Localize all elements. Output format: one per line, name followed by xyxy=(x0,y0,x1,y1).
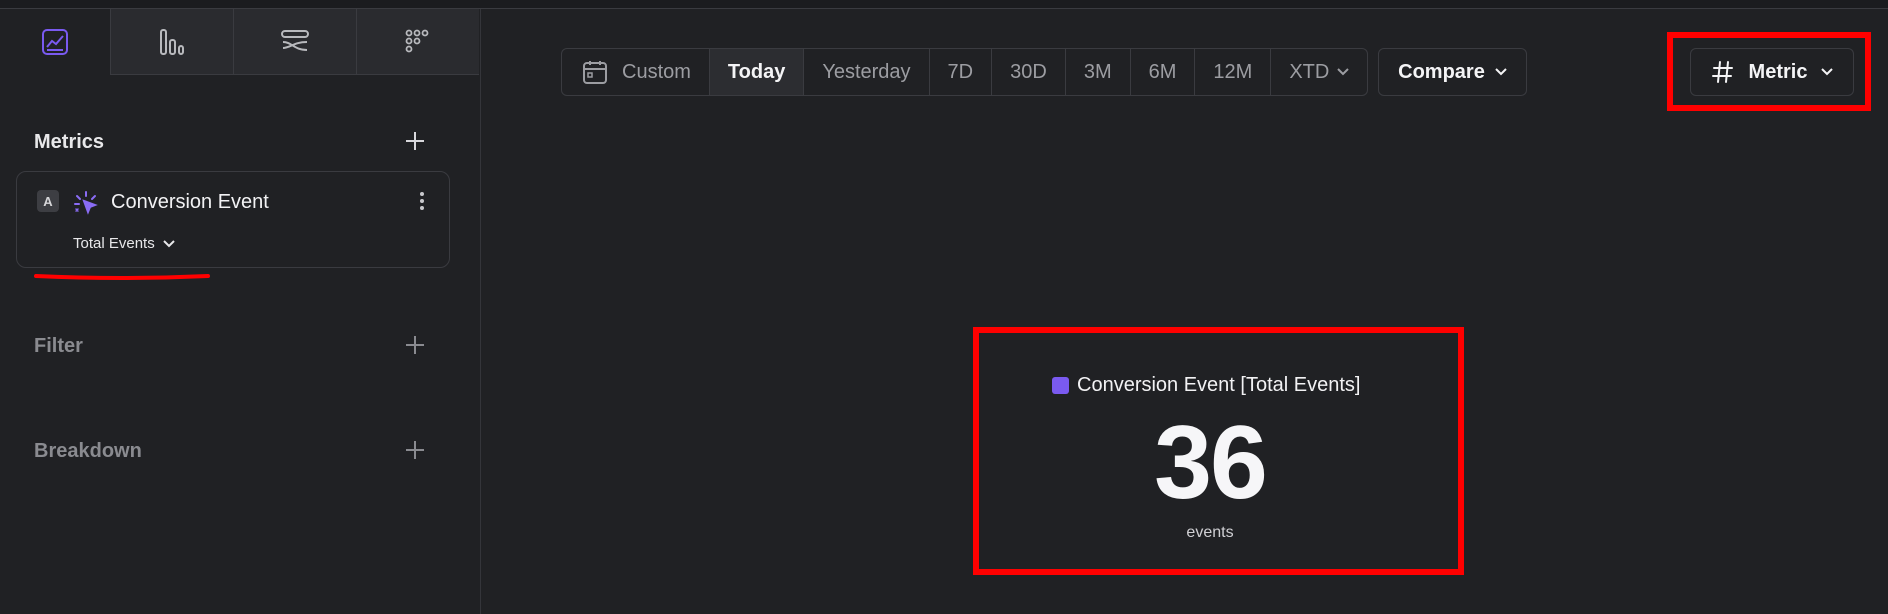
metric-more-menu-icon[interactable] xyxy=(419,192,425,214)
date-range-selector: Custom Today Yesterday 7D 30D 3M 6M 12M … xyxy=(561,48,1369,96)
breakdown-heading: Breakdown xyxy=(34,440,142,462)
add-metric-button[interactable] xyxy=(404,130,426,152)
grid-dots-icon xyxy=(405,29,429,52)
legend-swatch xyxy=(1052,377,1069,394)
tab-flows[interactable] xyxy=(233,9,356,75)
metric-letter-badge: A xyxy=(37,190,59,212)
filter-heading: Filter xyxy=(34,335,83,357)
add-filter-button[interactable] xyxy=(404,334,426,356)
annotation-box-metric xyxy=(1667,32,1871,111)
range-today[interactable]: Today xyxy=(708,49,804,95)
event-sparkle-icon xyxy=(74,191,98,215)
legend-label: Conversion Event [Total Events] xyxy=(1077,374,1361,396)
range-yesterday[interactable]: Yesterday xyxy=(803,49,928,95)
calendar-icon xyxy=(583,61,607,84)
flows-icon xyxy=(281,29,309,51)
annotation-underline xyxy=(34,274,210,280)
chart-type-tabs xyxy=(0,9,481,75)
metric-value: 36 xyxy=(1154,405,1268,521)
add-breakdown-button[interactable] xyxy=(404,439,426,461)
tab-insights[interactable] xyxy=(0,9,110,75)
tab-retention[interactable] xyxy=(356,9,479,75)
compare-dropdown[interactable]: Compare xyxy=(1378,48,1527,96)
range-xtd-dropdown[interactable]: XTD xyxy=(1270,49,1367,95)
sidebar xyxy=(0,9,481,614)
metric-legend: Conversion Event [Total Events] xyxy=(1052,374,1360,397)
chevron-down-icon xyxy=(1495,68,1507,76)
metric-unit: events xyxy=(1186,524,1234,541)
metric-event-name[interactable]: Conversion Event xyxy=(111,191,269,214)
custom-range-button[interactable]: Custom xyxy=(562,49,709,95)
chevron-down-icon xyxy=(1337,68,1350,76)
xtd-label: XTD xyxy=(1289,60,1330,83)
bar-chart-icon xyxy=(160,28,184,55)
metrics-heading: Metrics xyxy=(34,131,105,153)
aggregation-label: Total Events xyxy=(73,235,155,252)
range-6m[interactable]: 6M xyxy=(1129,49,1195,95)
range-30d[interactable]: 30D xyxy=(991,49,1065,95)
range-3m[interactable]: 3M xyxy=(1064,49,1130,95)
custom-range-label: Custom xyxy=(622,60,691,83)
chevron-down-icon xyxy=(163,239,175,247)
top-border xyxy=(0,0,1888,9)
range-7d[interactable]: 7D xyxy=(928,49,992,95)
aggregation-dropdown[interactable]: Total Events xyxy=(73,235,175,252)
metric-card[interactable]: A Conversion Event Total Events xyxy=(16,171,450,268)
tab-funnels[interactable] xyxy=(110,9,233,75)
line-chart-icon xyxy=(42,29,68,55)
range-12m[interactable]: 12M xyxy=(1194,49,1270,95)
compare-label: Compare xyxy=(1398,60,1485,83)
